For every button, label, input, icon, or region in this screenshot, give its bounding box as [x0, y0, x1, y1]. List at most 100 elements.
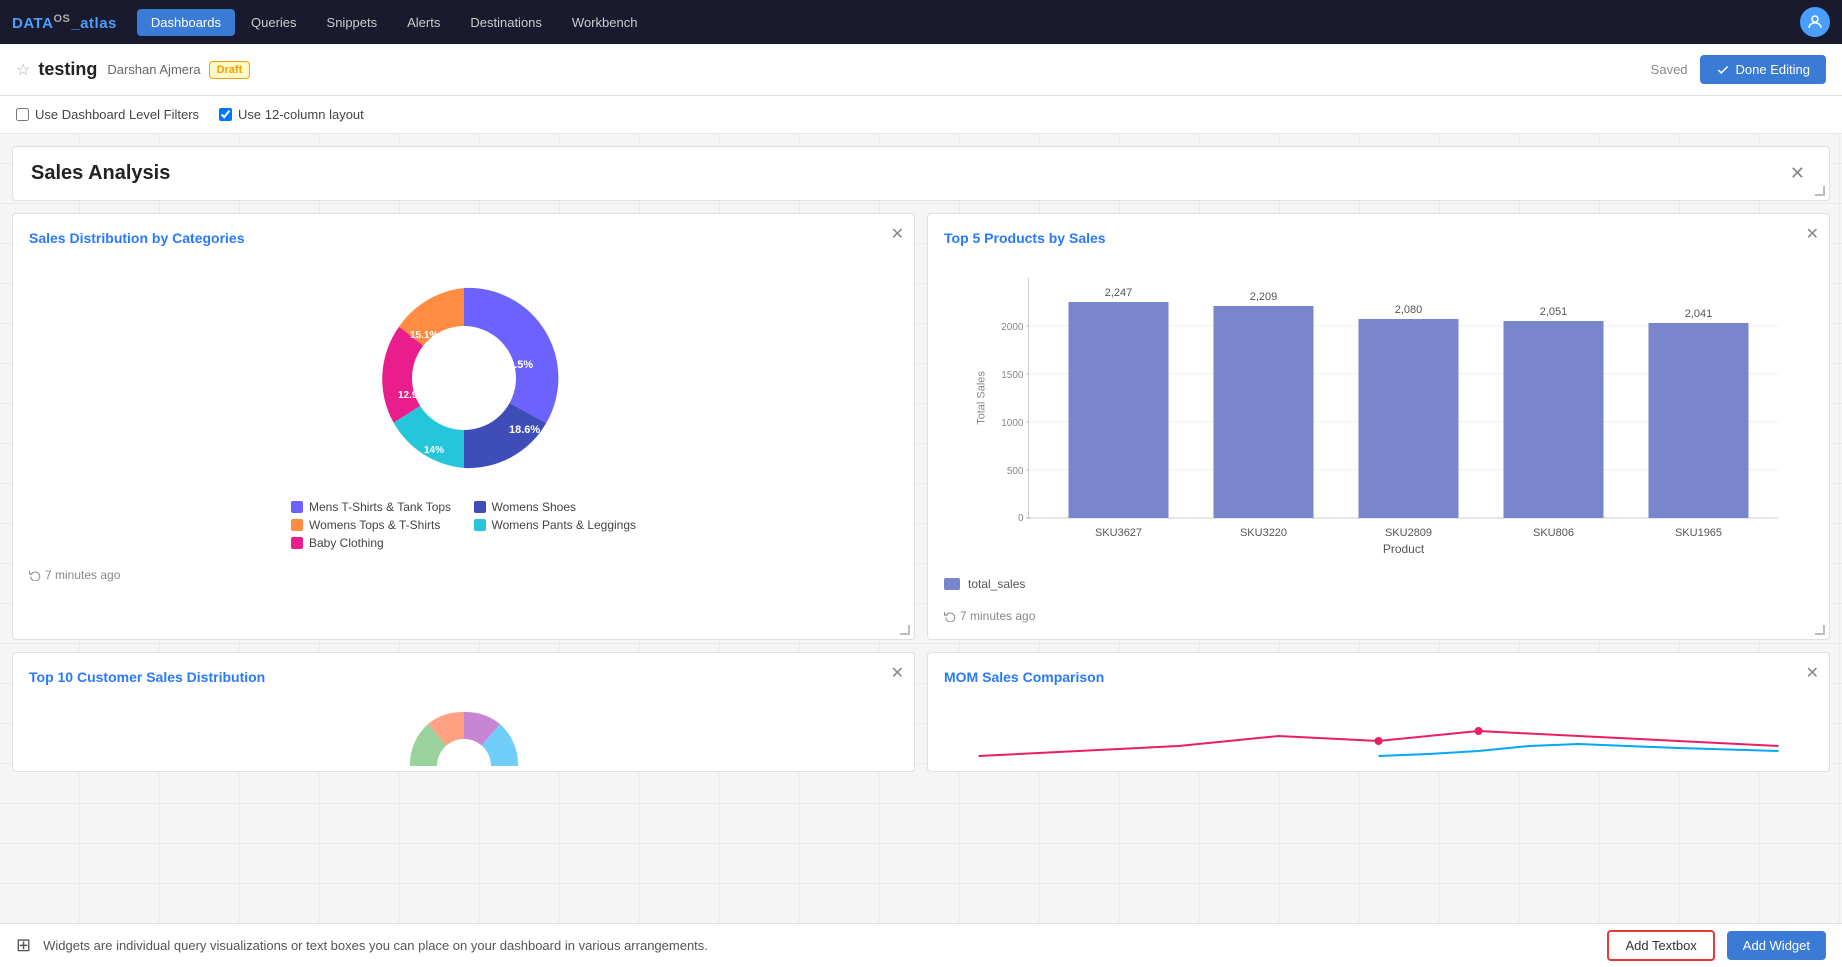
- nav-alerts[interactable]: Alerts: [393, 9, 454, 36]
- donut-widget-close-button[interactable]: ✕: [891, 224, 904, 244]
- legend-item-tops: Womens Tops & T-Shirts: [291, 518, 454, 532]
- bar-sku1965: [1649, 323, 1749, 518]
- nav-items: Dashboards Queries Snippets Alerts Desti…: [137, 9, 1800, 36]
- draft-badge: Draft: [209, 61, 251, 79]
- legend-item-mens: Mens T-Shirts & Tank Tops: [291, 500, 454, 514]
- bar-sku2809: [1359, 319, 1459, 518]
- column-layout-option[interactable]: Use 12-column layout: [219, 107, 364, 122]
- nav-workbench[interactable]: Workbench: [558, 9, 652, 36]
- svg-text:SKU2809: SKU2809: [1385, 527, 1432, 539]
- svg-text:1000: 1000: [1001, 418, 1024, 429]
- label-tops: 15.1%: [410, 330, 438, 341]
- section-close-button[interactable]: ✕: [1784, 161, 1811, 186]
- widget-icon: ⊞: [16, 935, 31, 956]
- bar-legend-dot: [944, 578, 960, 590]
- svg-text:SKU3627: SKU3627: [1095, 527, 1142, 539]
- bar-sku3627: [1069, 302, 1169, 518]
- mom-sales-close-button[interactable]: ✕: [1806, 663, 1819, 683]
- dashboard-content: Sales Analysis ✕ ✕ Sales Distribution by…: [0, 134, 1842, 923]
- widget-row-2: ✕ Top 10 Customer Sales Distribution ✕ M…: [12, 652, 1830, 772]
- nav-queries[interactable]: Queries: [237, 9, 311, 36]
- bar-sku3220: [1214, 306, 1314, 518]
- donut-chart-title: Sales Distribution by Categories: [29, 230, 898, 246]
- y-axis-label: Total Sales: [976, 371, 988, 425]
- nav-right: [1800, 7, 1830, 37]
- donut-svg: 39.5% 18.6% 14% 12.9% 15.1%: [354, 268, 574, 488]
- donut-center: [412, 326, 516, 430]
- svg-text:500: 500: [1007, 466, 1024, 477]
- widget-row-1: ✕ Sales Distribution by Categories: [12, 213, 1830, 640]
- header-bar: ☆ testing Darshan Ajmera Draft Saved Don…: [0, 44, 1842, 96]
- bar-widget-close-button[interactable]: ✕: [1806, 224, 1819, 244]
- refresh-icon-bar: [944, 610, 956, 622]
- legend-item-baby: Baby Clothing: [291, 536, 454, 550]
- add-textbox-button[interactable]: Add Textbox: [1607, 930, 1714, 961]
- x-axis-label: Product: [1383, 542, 1425, 556]
- legend-dot-mens: [291, 501, 303, 513]
- svg-text:2,080: 2,080: [1395, 304, 1423, 316]
- add-widget-button[interactable]: Add Widget: [1727, 931, 1826, 960]
- nav-dashboards[interactable]: Dashboards: [137, 9, 235, 36]
- bottom-bar-text: Widgets are individual query visualizati…: [43, 938, 1595, 953]
- donut-chart-container: 39.5% 18.6% 14% 12.9% 15.1% Mens T-Shirt…: [29, 258, 898, 560]
- nav-snippets[interactable]: Snippets: [313, 9, 392, 36]
- label-mens: 39.5%: [502, 359, 533, 371]
- legend-dot-tops: [291, 519, 303, 531]
- app-logo: DATAOS_atlas: [12, 13, 117, 32]
- svg-text:2000: 2000: [1001, 322, 1024, 333]
- done-editing-button[interactable]: Done Editing: [1700, 55, 1826, 84]
- dashboard-filters-checkbox[interactable]: [16, 108, 29, 121]
- bar-chart-title: Top 5 Products by Sales: [944, 230, 1813, 246]
- bar-sku806: [1504, 321, 1604, 518]
- legend-item-shoes: Womens Shoes: [474, 500, 637, 514]
- saved-status: Saved: [1651, 62, 1688, 77]
- star-icon[interactable]: ☆: [16, 60, 30, 80]
- bar-chart-widget: ✕ Top 5 Products by Sales Total Sales 0 …: [927, 213, 1830, 640]
- header-right: Saved Done Editing: [1651, 55, 1826, 84]
- label-pants: 14%: [424, 445, 444, 456]
- bar-legend: total_sales: [944, 577, 1813, 591]
- column-layout-checkbox[interactable]: [219, 108, 232, 121]
- svg-text:2,209: 2,209: [1250, 291, 1278, 303]
- donut-refresh-info: 7 minutes ago: [29, 568, 898, 582]
- svg-text:0: 0: [1018, 513, 1024, 524]
- legend-item-pants: Womens Pants & Leggings: [474, 518, 637, 532]
- customer-sales-close-button[interactable]: ✕: [891, 663, 904, 683]
- bottom-bar: ⊞ Widgets are individual query visualiza…: [0, 923, 1842, 967]
- filters-bar: Use Dashboard Level Filters Use 12-colum…: [0, 96, 1842, 134]
- customer-sales-title: Top 10 Customer Sales Distribution: [29, 669, 898, 685]
- mom-sales-widget: ✕ MOM Sales Comparison: [927, 652, 1830, 772]
- legend-dot-shoes: [474, 501, 486, 513]
- svg-text:2,041: 2,041: [1685, 308, 1713, 320]
- bar-refresh-info: 7 minutes ago: [944, 609, 1813, 623]
- donut-legend: Mens T-Shirts & Tank Tops Womens Shoes W…: [291, 500, 636, 550]
- svg-text:SKU1965: SKU1965: [1675, 527, 1722, 539]
- check-icon: [1716, 63, 1730, 77]
- bar-resize-handle[interactable]: [1815, 625, 1825, 635]
- bar-chart-container: Total Sales 0 500 1000 1500 2000: [944, 258, 1813, 601]
- svg-text:SKU806: SKU806: [1533, 527, 1574, 539]
- donut-resize-handle[interactable]: [900, 625, 910, 635]
- legend-dot-baby: [291, 537, 303, 549]
- mom-chart-partial: [928, 716, 1829, 771]
- label-baby: 12.9%: [398, 390, 426, 401]
- customer-sales-widget: ✕ Top 10 Customer Sales Distribution: [12, 652, 915, 772]
- top-navigation: DATAOS_atlas Dashboards Queries Snippets…: [0, 0, 1842, 44]
- section-resize-handle[interactable]: [1815, 186, 1825, 196]
- nav-destinations[interactable]: Destinations: [456, 9, 556, 36]
- refresh-icon-donut: [29, 569, 41, 581]
- customer-donut-partial: [384, 706, 544, 771]
- svg-text:SKU3220: SKU3220: [1240, 527, 1287, 539]
- mom-sales-title: MOM Sales Comparison: [944, 669, 1813, 685]
- label-shoes: 18.6%: [509, 424, 540, 436]
- svg-text:2,247: 2,247: [1105, 287, 1133, 299]
- user-avatar[interactable]: [1800, 7, 1830, 37]
- dashboard-title: testing: [38, 59, 97, 80]
- svg-text:1500: 1500: [1001, 370, 1024, 381]
- bar-chart-svg: Total Sales 0 500 1000 1500 2000: [944, 268, 1813, 568]
- dashboard-level-filters-option[interactable]: Use Dashboard Level Filters: [16, 107, 199, 122]
- sales-analysis-section: Sales Analysis ✕: [12, 146, 1830, 201]
- donut-chart-widget: ✕ Sales Distribution by Categories: [12, 213, 915, 640]
- svg-text:2,051: 2,051: [1540, 306, 1568, 318]
- legend-dot-pants: [474, 519, 486, 531]
